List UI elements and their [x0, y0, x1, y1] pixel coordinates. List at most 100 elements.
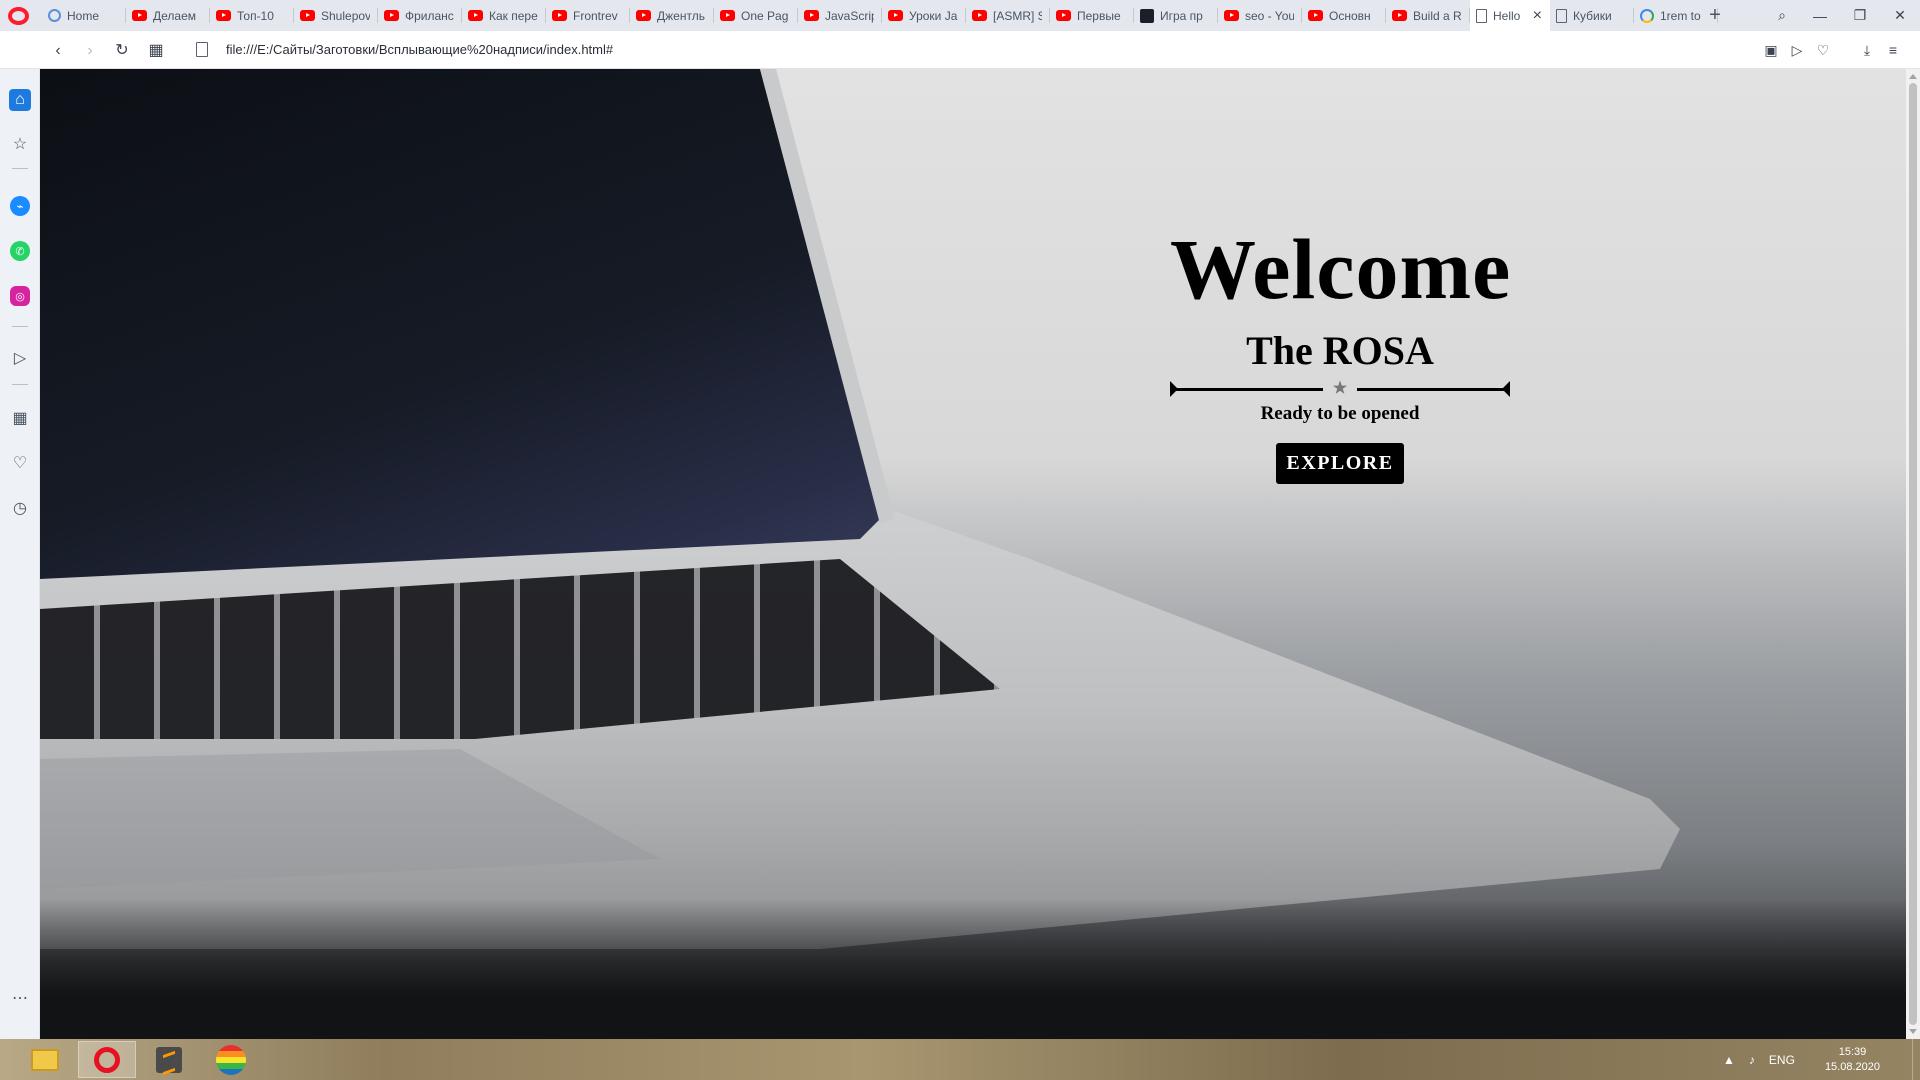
scroll-up-icon[interactable] [1909, 74, 1917, 79]
youtube-icon [300, 10, 315, 21]
windows-taskbar: ▲ ♪ ENG 15:39 15.08.2020 [0, 1039, 1920, 1080]
send-icon[interactable]: ▷ [1788, 40, 1806, 60]
system-tray: ▲ ♪ ENG 15:39 15.08.2020 [1723, 1039, 1880, 1080]
tab-label: Игра пр [1160, 8, 1203, 23]
divider-right-cap [1502, 381, 1510, 397]
tab-youtube[interactable]: [ASMR] S [966, 0, 1050, 31]
clock[interactable]: 15:39 15.08.2020 [1825, 1045, 1880, 1075]
taskbar-sublime-text[interactable] [140, 1041, 198, 1078]
tab-youtube[interactable]: Shulepov [294, 0, 378, 31]
tab-label: Как пере [489, 8, 538, 23]
address-bar-tools: ▣ ▷ ♡ ⤓ ≡ [1762, 40, 1902, 60]
sidebar-separator [12, 168, 28, 169]
restore-icon[interactable]: ❐ [1840, 0, 1880, 31]
youtube-icon [1224, 10, 1239, 21]
document-icon [1556, 8, 1567, 23]
tab-youtube[interactable]: Фриланс [378, 0, 462, 31]
tab-youtube[interactable]: Build a R [1386, 0, 1470, 31]
instagram-icon[interactable]: ◎ [10, 286, 30, 306]
scroll-down-icon[interactable] [1909, 1029, 1917, 1034]
youtube-icon [468, 10, 483, 21]
more-icon[interactable]: ⋯ [9, 987, 31, 1009]
volume-icon[interactable]: ♪ [1749, 1053, 1755, 1067]
flow-icon[interactable]: ▷ [9, 347, 31, 369]
youtube-icon [1392, 10, 1407, 21]
history-icon[interactable]: ◷ [9, 497, 31, 519]
taskbar-app[interactable] [202, 1041, 260, 1078]
show-desktop-button[interactable] [1912, 1039, 1920, 1080]
tab-youtube[interactable]: Уроки Ja [882, 0, 966, 31]
youtube-icon [1308, 10, 1323, 21]
page-scrollbar[interactable] [1906, 69, 1920, 1039]
close-window-icon[interactable]: ✕ [1880, 0, 1920, 31]
tab-game[interactable]: Игра пр [1134, 0, 1218, 31]
hero-tagline: Ready to be opened [1260, 403, 1420, 424]
game-icon [1140, 8, 1154, 23]
heart-icon[interactable]: ♡ [9, 452, 31, 474]
messenger-icon[interactable]: ⌁ [10, 196, 30, 216]
sidebar-separator [12, 384, 28, 385]
tab-youtube[interactable]: One Pag [714, 0, 798, 31]
speed-dial-icon[interactable]: ⌂ [9, 89, 31, 111]
home-icon [48, 9, 61, 22]
tab-youtube[interactable]: Первые [1050, 0, 1134, 31]
tab-label: Основн [1329, 8, 1371, 23]
opera-menu-icon[interactable] [8, 7, 29, 25]
tab-youtube[interactable]: Топ-10 [210, 0, 294, 31]
extensions-icon[interactable]: ▦ [9, 407, 31, 429]
tab-home[interactable]: Home [42, 0, 126, 31]
youtube-icon [972, 10, 987, 21]
tab-label: Топ-10 [237, 8, 274, 23]
youtube-icon [636, 10, 651, 21]
tab-label: [ASMR] S [993, 8, 1042, 23]
heart-icon[interactable]: ♡ [1814, 40, 1832, 60]
easy-setup-icon[interactable]: ≡ [1884, 40, 1902, 60]
tab-youtube[interactable]: Frontrev [546, 0, 630, 31]
forward-icon[interactable]: › [80, 41, 100, 61]
tab-active[interactable]: Hello × [1470, 0, 1550, 31]
divider-right-line [1357, 388, 1507, 391]
whatsapp-icon[interactable]: ✆ [10, 241, 30, 261]
tab-youtube[interactable]: seo - You [1218, 0, 1302, 31]
tab-label: Frontrev [573, 8, 618, 23]
tab-label: Делаем [153, 8, 197, 23]
address-bar: ‹ › ↻ ▦ ▣ ▷ ♡ ⤓ ≡ [0, 31, 1920, 69]
close-tab-icon[interactable]: × [1533, 7, 1542, 24]
tab-label: Hello [1493, 8, 1521, 23]
youtube-icon [216, 10, 231, 21]
back-icon[interactable]: ‹ [48, 41, 68, 61]
tab-youtube[interactable]: Делаем [126, 0, 210, 31]
tab-label: JavaScrip [825, 8, 874, 23]
taskbar-file-explorer[interactable] [16, 1041, 74, 1078]
hero-divider: ★ [1170, 379, 1510, 399]
google-icon [1640, 8, 1654, 23]
language-indicator[interactable]: ENG [1769, 1053, 1795, 1067]
url-input[interactable] [226, 40, 1726, 60]
taskbar-opera[interactable] [78, 1041, 136, 1078]
reload-icon[interactable]: ↻ [112, 41, 132, 61]
tab-label: Build a R [1413, 8, 1462, 23]
explore-button[interactable]: EXPLORE [1276, 443, 1404, 484]
tab-youtube[interactable]: Как пере [462, 0, 546, 31]
tab-label: Кубики [1573, 8, 1612, 23]
search-tabs-icon[interactable]: ⌕ [1764, 0, 1800, 31]
bookmarks-icon[interactable]: ☆ [9, 133, 31, 155]
tab-youtube[interactable]: Джентль [630, 0, 714, 31]
tab-document[interactable]: Кубики [1550, 0, 1634, 31]
clock-date: 15.08.2020 [1824, 1060, 1880, 1073]
snapshot-icon[interactable]: ▣ [1762, 40, 1780, 60]
tab-youtube[interactable]: JavaScrip [798, 0, 882, 31]
tab-label: seo - You [1245, 8, 1294, 23]
hero-title: Welcome [1170, 221, 1512, 317]
youtube-icon [804, 10, 819, 21]
tab-youtube[interactable]: Основн [1302, 0, 1386, 31]
scrollbar-thumb[interactable] [1909, 83, 1917, 1025]
download-icon[interactable]: ⤓ [1858, 40, 1876, 60]
new-tab-button[interactable]: + [1704, 3, 1726, 27]
minimize-icon[interactable]: — [1800, 0, 1840, 31]
tray-expand-icon[interactable]: ▲ [1723, 1053, 1735, 1067]
window-controls: ⌕ — ❐ ✕ [1764, 0, 1920, 31]
page-info-icon[interactable] [196, 42, 208, 57]
tab-grid-icon[interactable]: ▦ [146, 41, 166, 61]
browser-tab-strip: Home Делаем Топ-10 Shulepov Фриланс Как … [0, 0, 1920, 31]
